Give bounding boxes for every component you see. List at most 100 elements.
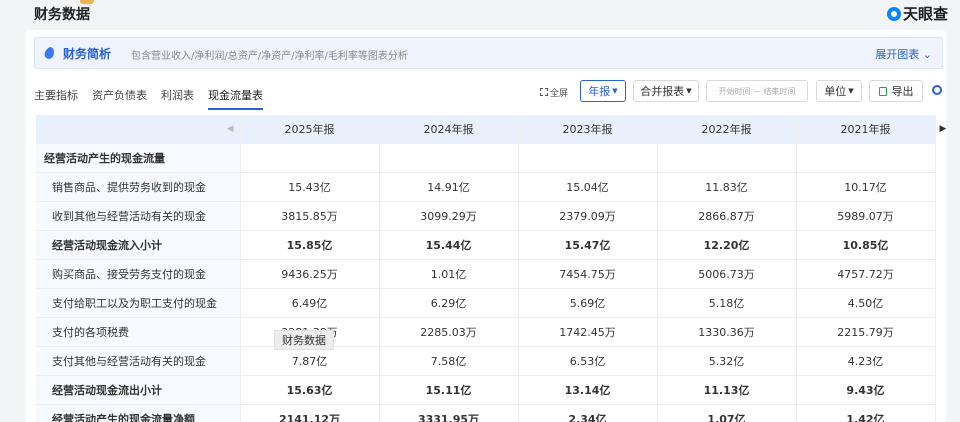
table-row: 购买商品、接受劳务支付的现金 9436.25万 1.01亿 7454.75万 5006.… (36, 259, 936, 289)
table-row: 销售商品、提供劳务收到的现金 15.43亿 14.91亿 15.04亿 11.83亿 10… (36, 172, 936, 202)
row-label: 经营活动现金流出小计 (36, 375, 241, 405)
table-row: 支付的各项税费3281.38万2285.03万1742.45万1330.36万2… (36, 317, 936, 347)
summary-title: 财务简析 (63, 47, 112, 61)
report-tabs: 主要指标 资产负债表 利润表 现金流量表 (34, 87, 277, 110)
row-label: 支付的各项税费 (36, 317, 241, 347)
cell-value: 1330.36万 (657, 317, 797, 347)
date-end-input[interactable]: 结束时间 (763, 86, 795, 97)
cell-value (796, 143, 936, 173)
tab-income-statement[interactable]: 利润表 (161, 87, 194, 110)
settings-gear-icon[interactable] (932, 85, 942, 95)
column-header: 2024年报 (379, 115, 519, 144)
cell-value: 9436.25万 (240, 259, 380, 289)
unit-select-value: 单位 (824, 85, 847, 98)
report-type-select[interactable]: 合并报表 ▼ (633, 80, 699, 102)
tab-balance-sheet[interactable]: 资产负债表 (92, 87, 147, 110)
table-body: 经营活动产生的现金流量 销售商品、提供劳务收到的现金 15.43亿 14.91亿 15.… (36, 143, 936, 422)
expand-chart-label: 展开图表 (875, 48, 920, 61)
cell-value: 15.43亿 (240, 172, 380, 202)
column-header: 2021年报 (796, 115, 936, 144)
cell-value (518, 143, 658, 173)
cell-value: 12.20亿 (657, 230, 797, 260)
table-row: 经营活动现金流出小计 15.63亿 15.11亿 13.14亿 11.13亿 9.43亿 (36, 375, 936, 405)
cell-value: 15.44亿 (379, 230, 519, 260)
page-title: 财务数据 (34, 7, 90, 23)
row-label: 经营活动现金流入小计 (36, 230, 241, 260)
cell-value: 7.58亿 (379, 346, 519, 376)
table-row: 收到其他与经营活动有关的现金 3815.85万 3099.29万 2379.09万 28… (36, 201, 936, 231)
period-select-value: 年报 (588, 85, 611, 98)
row-label: 支付给职工以及为职工支付的现金 (36, 288, 241, 318)
cell-value: 7454.75万 (518, 259, 658, 289)
cell-value: 6.29亿 (379, 288, 519, 318)
cell-value: 1742.45万 (518, 317, 658, 347)
tianyancha-logo-icon (886, 6, 901, 21)
cell-value: 15.63亿 (240, 375, 380, 405)
cell-value: 1.07亿 (657, 404, 797, 422)
scroll-right-icon[interactable]: ▶ (940, 115, 946, 143)
cell-value: 2285.03万 (379, 317, 519, 347)
cell-value: 4.50亿 (796, 288, 936, 318)
column-header: 2025年报 (240, 115, 380, 144)
drop-icon (43, 45, 56, 61)
cell-value: 5.32亿 (657, 346, 797, 376)
cell-value: 10.17亿 (796, 172, 936, 202)
cell-value (379, 143, 519, 173)
cell-value: 15.04亿 (518, 172, 658, 202)
cell-value: 4757.72万 (796, 259, 936, 289)
date-separator: ~ (753, 86, 761, 96)
cell-value: 7.87亿 (240, 346, 380, 376)
cell-value: 15.47亿 (518, 230, 658, 260)
table-row: 经营活动产生的现金流量净额 2141.12万 3331.95万 2.34亿 1.07亿 1… (36, 404, 936, 422)
scroll-left-icon[interactable]: ◀ (36, 115, 241, 144)
cell-value (657, 143, 797, 173)
cell-value: 15.11亿 (379, 375, 519, 405)
cell-value: 14.91亿 (379, 172, 519, 202)
fullscreen-icon (540, 88, 548, 96)
cell-value: 9.43亿 (796, 375, 936, 405)
cell-value: 5989.07万 (796, 201, 936, 231)
expand-chart-link[interactable]: 展开图表 ⌄ (875, 46, 932, 62)
summary-description: 包含营业收入/净利润/总资产/净资产/净利率/毛利率等图表分析 (131, 51, 408, 62)
table-row: 经营活动产生的现金流量 (36, 143, 936, 173)
row-label: 经营活动产生的现金流量 (36, 143, 241, 173)
cell-value: 4.23亿 (796, 346, 936, 376)
tab-cash-flow[interactable]: 现金流量表 (208, 87, 263, 110)
cell-value: 2141.12万 (240, 404, 380, 422)
cell-value: 1.42亿 (796, 404, 936, 422)
row-label: 收到其他与经营活动有关的现金 (36, 201, 241, 231)
table-header-row: ◀ 2025年报 2024年报 2023年报 2022年报 2021年报 (36, 115, 936, 144)
cell-value (240, 143, 380, 173)
cell-value: 6.49亿 (240, 288, 380, 318)
date-range-picker[interactable]: 开始时间 ~ 结束时间 (706, 80, 808, 102)
table-row: 经营活动现金流入小计 15.85亿 15.44亿 15.47亿 12.20亿 10.85亿 (36, 230, 936, 260)
fullscreen-label: 全屏 (550, 88, 569, 99)
cell-value: 3099.29万 (379, 201, 519, 231)
cell-value: 6.53亿 (518, 346, 658, 376)
brand-logo[interactable]: 天眼查 (886, 3, 948, 24)
cell-value: 5.69亿 (518, 288, 658, 318)
cell-value: 15.85亿 (240, 230, 380, 260)
cell-value: 1.01亿 (379, 259, 519, 289)
tab-main-indicators[interactable]: 主要指标 (34, 87, 78, 110)
export-button[interactable]: 导出 (869, 80, 923, 102)
date-start-input[interactable]: 开始时间 (719, 86, 751, 97)
fullscreen-button[interactable]: 全屏 (540, 83, 568, 101)
cash-flow-table-container: ◀ 2025年报 2024年报 2023年报 2022年报 2021年报 经营活… (36, 115, 946, 422)
column-header: 2022年报 (657, 115, 797, 144)
financial-card: 财务简析 包含营业收入/净利润/总资产/净资产/净利率/毛利率等图表分析 展开图… (25, 30, 946, 422)
cell-value: 10.85亿 (796, 230, 936, 260)
row-label: 经营活动产生的现金流量净额 (36, 404, 241, 422)
cell-value: 11.13亿 (657, 375, 797, 405)
row-label: 销售商品、提供劳务收到的现金 (36, 172, 241, 202)
brand-name: 天眼查 (902, 5, 948, 23)
cell-value: 2379.09万 (518, 201, 658, 231)
cell-value: 2866.87万 (657, 201, 797, 231)
cell-value: 2215.79万 (796, 317, 936, 347)
period-select[interactable]: 年报 ▼ (580, 80, 626, 102)
financial-summary-bar: 财务简析 包含营业收入/净利润/总资产/净资产/净利率/毛利率等图表分析 展开图… (34, 37, 943, 69)
unit-select[interactable]: 单位 ▼ (816, 80, 862, 102)
chevron-down-icon: ⌄ (922, 48, 932, 61)
export-icon (878, 86, 887, 96)
caret-down-icon: ▼ (686, 87, 692, 95)
